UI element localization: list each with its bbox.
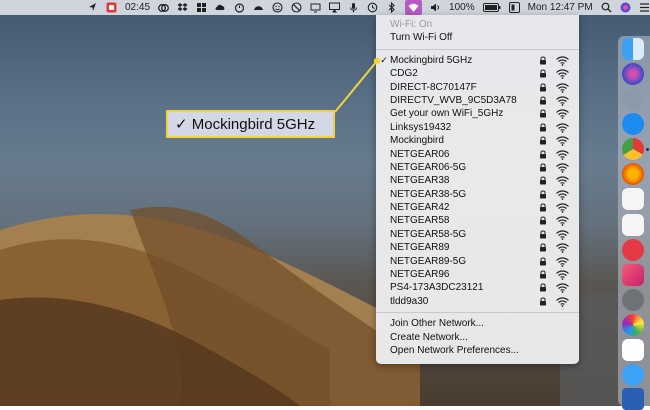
- photos-icon[interactable]: [622, 314, 644, 336]
- finder-icon[interactable]: [622, 38, 644, 60]
- app-store-icon[interactable]: [622, 113, 644, 135]
- callout-pointer-line: [334, 57, 381, 113]
- firefox-icon[interactable]: [622, 163, 644, 185]
- callout-pointer-dot: [373, 57, 381, 65]
- word-icon[interactable]: [622, 388, 644, 410]
- notes-icon[interactable]: [622, 214, 644, 236]
- news-icon[interactable]: [622, 239, 644, 261]
- running-indicator: [646, 148, 649, 151]
- siri-icon[interactable]: [622, 63, 644, 85]
- slack-icon[interactable]: [622, 339, 644, 361]
- reminders-icon[interactable]: [622, 188, 644, 210]
- callout-label: ✓ Mockingbird 5GHz: [166, 110, 335, 138]
- settings-icon[interactable]: [622, 289, 644, 311]
- dock: [618, 36, 650, 410]
- messages-icon[interactable]: [622, 364, 644, 386]
- music-icon[interactable]: [622, 264, 644, 286]
- launchpad-icon[interactable]: [622, 88, 644, 110]
- callout-text: ✓ Mockingbird 5GHz: [175, 116, 316, 133]
- chrome-icon[interactable]: [622, 138, 644, 160]
